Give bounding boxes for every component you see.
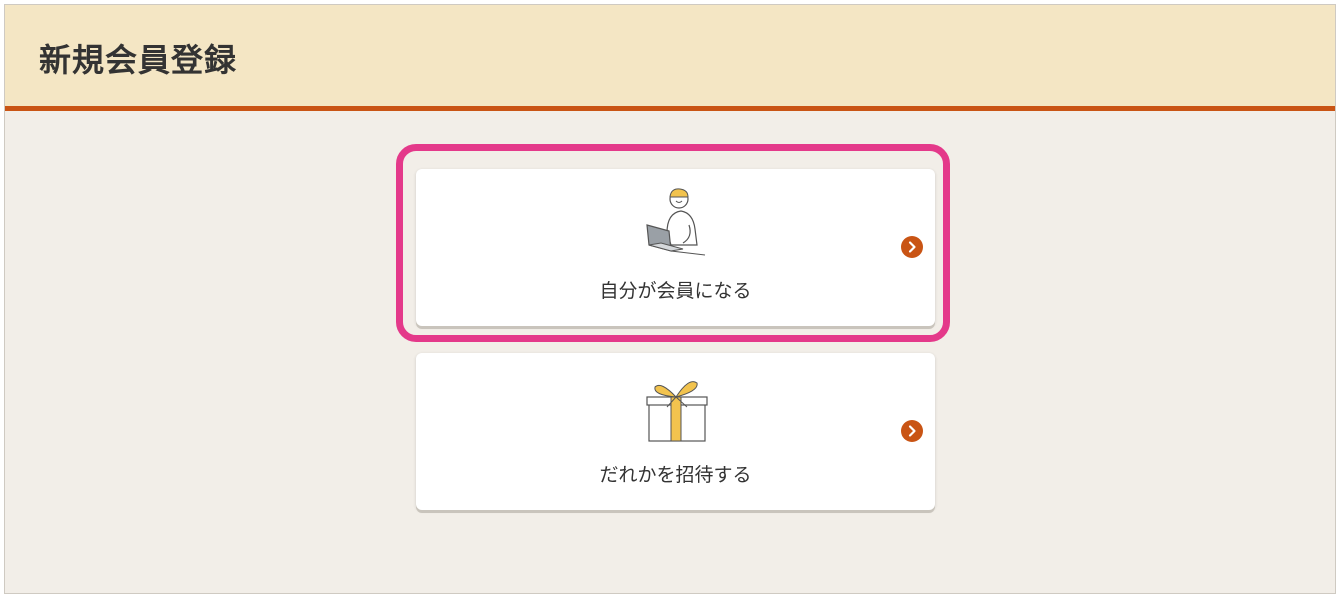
- chevron-right-icon: [901, 420, 923, 442]
- page-title: 新規会員登録: [39, 41, 238, 79]
- chevron-right-icon: [901, 236, 923, 258]
- registration-page: 新規会員登録 自分が会員になる だれかを招待する: [4, 4, 1336, 594]
- gift-box-icon: [631, 369, 721, 449]
- option-label: 自分が会員になる: [599, 280, 752, 302]
- page-header: 新規会員登録: [5, 5, 1335, 111]
- option-label: だれかを招待する: [599, 464, 752, 486]
- option-invite-someone-button[interactable]: だれかを招待する: [416, 353, 935, 510]
- person-laptop-icon: [631, 185, 721, 265]
- option-become-member-button[interactable]: 自分が会員になる: [416, 169, 935, 326]
